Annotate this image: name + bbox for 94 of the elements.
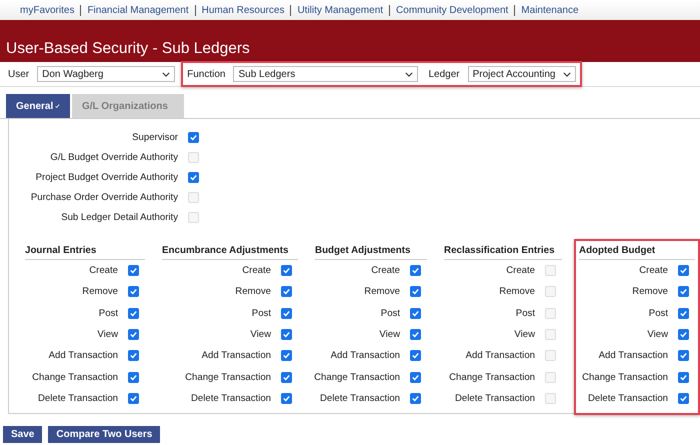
option-label: Post: [98, 308, 118, 319]
chevron-down-icon: [162, 72, 170, 76]
option-label: Add Transaction: [598, 350, 668, 362]
tab[interactable]: General: [6, 94, 70, 118]
checkbox[interactable]: [678, 392, 689, 404]
option-label: Delete Transaction: [38, 392, 118, 404]
option-label: Change Transaction: [582, 372, 668, 383]
option-label: Sub Ledger Detail Authority: [61, 212, 178, 222]
option-label: Remove: [235, 286, 271, 298]
compare-button[interactable]: Compare Two Users: [48, 426, 160, 443]
option-label: Delete Transaction: [191, 392, 271, 404]
option-label: Post: [648, 308, 668, 319]
option-label: View: [250, 329, 271, 340]
option-label: View: [647, 329, 668, 340]
checkbox[interactable]: [281, 329, 292, 340]
option-label: Post: [380, 308, 400, 319]
section-heading: Budget Adjustments: [315, 241, 427, 260]
checkbox[interactable]: [678, 350, 689, 362]
checkbox[interactable]: [281, 392, 292, 404]
page-title: User-Based Security - Sub Ledgers: [6, 40, 250, 58]
option-label: Remove: [364, 286, 400, 298]
checkbox[interactable]: [128, 372, 139, 383]
checkbox[interactable]: [410, 286, 421, 298]
checkbox[interactable]: [410, 308, 421, 319]
save-button[interactable]: Save: [3, 426, 42, 443]
option-label: Change Transaction: [449, 372, 535, 383]
field-label: Ledger: [428, 68, 460, 80]
option-label: Project Budget Override Authority: [36, 172, 178, 182]
checkbox[interactable]: [128, 329, 139, 340]
option-label: Create: [639, 265, 668, 276]
chevron-down-icon: [562, 72, 571, 76]
checkbox[interactable]: [410, 392, 421, 404]
section-heading: Reclassification Entries: [444, 241, 562, 260]
checkbox[interactable]: [281, 372, 292, 383]
option-label: Remove: [632, 286, 668, 298]
checkbox[interactable]: [281, 350, 292, 362]
option-label: G/L Budget Override Authority: [50, 152, 178, 162]
option-label: Post: [252, 308, 271, 319]
checkbox[interactable]: [678, 329, 689, 340]
option-label: Delete Transaction: [588, 392, 668, 404]
option-label: Post: [516, 308, 535, 319]
checkbox[interactable]: [128, 392, 139, 404]
chevron-down-icon: [405, 72, 414, 76]
option-label: Add Transaction: [202, 350, 271, 362]
option-label: Create: [242, 265, 271, 276]
option-label: View: [514, 329, 535, 340]
checkbox[interactable]: [128, 308, 139, 319]
option-label: Change Transaction: [314, 372, 400, 383]
checkbox[interactable]: [678, 286, 689, 298]
option-label: Add Transaction: [466, 350, 535, 362]
user-select[interactable]: Don Wagberg: [37, 66, 176, 82]
option-label: Remove: [82, 286, 118, 298]
nav-link[interactable]: Community Development: [396, 4, 508, 16]
checkbox[interactable]: [410, 372, 421, 383]
option-label: Change Transaction: [185, 372, 271, 383]
nav-link[interactable]: Financial Management: [87, 4, 189, 16]
checkbox[interactable]: [678, 265, 689, 276]
option-label: View: [379, 329, 400, 340]
checkbox[interactable]: [410, 329, 421, 340]
option-label: Create: [506, 265, 535, 276]
option-label: Delete Transaction: [455, 392, 535, 404]
checkbox[interactable]: [188, 172, 199, 182]
ledger-select[interactable]: Project Accounting: [468, 66, 576, 82]
option-label: Add Transaction: [330, 350, 400, 362]
checkbox[interactable]: [410, 350, 421, 362]
checkbox[interactable]: [128, 350, 139, 362]
section-heading: Encumbrance Adjustments: [162, 241, 298, 260]
field-label: User: [8, 68, 30, 80]
checkbox[interactable]: [281, 308, 292, 319]
nav-link[interactable]: Utility Management: [297, 4, 384, 16]
checkbox[interactable]: [678, 308, 689, 319]
function-select[interactable]: Sub Ledgers: [233, 66, 418, 82]
section-heading: Adopted Budget: [579, 241, 695, 260]
checkbox[interactable]: [128, 286, 139, 298]
checkbox[interactable]: [410, 265, 421, 276]
option-label: Create: [371, 265, 400, 276]
nav-link[interactable]: Maintenance: [521, 4, 579, 16]
nav-link[interactable]: Human Resources: [202, 4, 284, 16]
option-label: Change Transaction: [32, 372, 118, 383]
option-label: Delete Transaction: [320, 392, 400, 404]
option-label: Supervisor: [132, 132, 178, 142]
option-label: Remove: [499, 286, 535, 298]
checkbox[interactable]: [281, 286, 292, 298]
section-heading: Journal Entries: [25, 241, 145, 260]
checkbox[interactable]: [188, 132, 199, 142]
option-label: View: [97, 329, 118, 340]
checkbox[interactable]: [281, 265, 292, 276]
option-label: Create: [89, 265, 118, 276]
nav-link[interactable]: myFavorites: [20, 4, 74, 16]
field-label: Function: [187, 68, 226, 80]
option-label: Add Transaction: [48, 350, 118, 362]
checkbox[interactable]: [678, 372, 689, 383]
checkbox[interactable]: [128, 265, 139, 276]
option-label: Purchase Order Override Authority: [30, 192, 178, 202]
